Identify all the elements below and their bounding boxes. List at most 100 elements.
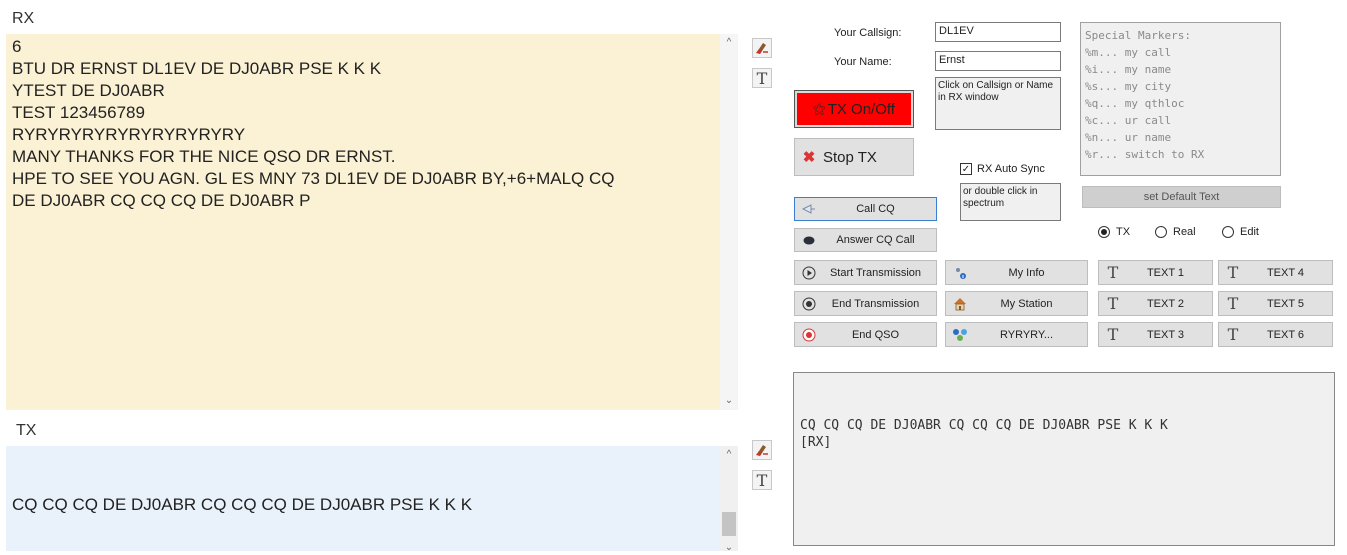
set-default-text-label: set Default Text (1143, 191, 1220, 203)
text5-label: TEXT 5 (1266, 297, 1305, 310)
text6-button[interactable]: T TEXT 6 (1218, 322, 1333, 347)
scroll-thumb[interactable] (722, 512, 736, 536)
my-info-button[interactable]: My Info (945, 260, 1088, 285)
set-default-text-button[interactable]: set Default Text (1082, 186, 1281, 208)
eraser-icon (756, 445, 768, 456)
mouse-icon (801, 232, 817, 248)
mode-radio-real[interactable]: Real (1155, 226, 1196, 238)
rx-line: TEST 123456789 (12, 103, 145, 122)
font-icon: T (1227, 294, 1239, 313)
answer-cq-button[interactable]: Answer CQ Call (794, 228, 937, 252)
tx-font-button[interactable]: T (752, 470, 772, 490)
font-icon: T (1107, 263, 1119, 282)
stop-circle-icon (801, 296, 817, 312)
rx-text-area[interactable]: 6 BTU DR ERNST DL1EV DE DJ0ABR PSE K K K… (6, 34, 720, 410)
radio-icon (1155, 226, 1167, 238)
callsign-label: Your Callsign: (834, 27, 902, 39)
broadcast-icon (801, 201, 817, 217)
mode-label: TX (1116, 226, 1131, 238)
rx-line: YTEST DE DJ0ABR (12, 81, 165, 100)
scroll-down-icon[interactable]: ⌄ (720, 394, 738, 408)
radio-icon (1222, 226, 1234, 238)
network-icon (952, 327, 968, 343)
tx-scrollbar[interactable]: ^ ⌄ (720, 446, 738, 553)
rx-auto-sync-label: RX Auto Sync (977, 163, 1045, 175)
start-transmission-button[interactable]: Start Transmission (794, 260, 937, 285)
text1-button[interactable]: T TEXT 1 (1098, 260, 1213, 285)
tx-text-area[interactable]: CQ CQ CQ DE DJ0ABR CQ CQ CQ DE DJ0ABR PS… (6, 446, 720, 551)
my-station-button[interactable]: My Station (945, 291, 1088, 316)
end-qso-button[interactable]: End QSO (794, 322, 937, 347)
my-station-label: My Station (1000, 297, 1053, 310)
tx-preview-box: CQ CQ CQ DE DJ0ABR CQ CQ CQ DE DJ0ABR PS… (793, 372, 1335, 546)
tx-onoff-button[interactable]: ⚝ TX On/Off (794, 90, 914, 128)
text2-label: TEXT 2 (1146, 297, 1185, 310)
mode-radio-edit[interactable]: Edit (1222, 226, 1259, 238)
rx-auto-sync-checkbox[interactable]: ✓ RX Auto Sync (960, 163, 1045, 175)
text2-button[interactable]: T TEXT 2 (1098, 291, 1213, 316)
rx-font-button[interactable]: T (752, 68, 772, 88)
font-icon: T (1227, 325, 1239, 344)
my-info-label: My Info (1008, 266, 1045, 279)
scroll-up-icon[interactable]: ^ (720, 36, 738, 50)
call-cq-button[interactable]: Call CQ (794, 197, 937, 221)
radio-dot (1101, 229, 1107, 235)
name-field[interactable]: Ernst (935, 51, 1061, 71)
eraser-icon (756, 43, 768, 54)
record-icon (801, 327, 817, 343)
stop-tx-button[interactable]: ✖ Stop TX (794, 138, 914, 176)
rx-line: DE DJ0ABR CQ CQ CQ DE DJ0ABR P (12, 191, 311, 210)
stop-tx-label: Stop TX (823, 148, 877, 166)
font-icon: T (1227, 263, 1239, 282)
name-label: Your Name: (834, 56, 892, 68)
mode-radio-tx[interactable]: TX (1098, 226, 1130, 238)
font-icon: T (756, 68, 768, 88)
special-markers-box: Special Markers: %m... my call %i... my … (1080, 22, 1281, 176)
clear-tx-button[interactable] (752, 440, 772, 460)
mode-label: Edit (1240, 226, 1259, 238)
user-info-icon (952, 265, 968, 281)
text3-button[interactable]: T TEXT 3 (1098, 322, 1213, 347)
end-transmission-label: End Transmission (831, 297, 920, 310)
text4-button[interactable]: T TEXT 4 (1218, 260, 1333, 285)
rx-line: MANY THANKS FOR THE NICE QSO DR ERNST. (12, 147, 396, 166)
text3-label: TEXT 3 (1146, 328, 1185, 341)
callsign-field[interactable]: DL1EV (935, 22, 1061, 42)
radio-icon (1098, 226, 1110, 238)
text6-label: TEXT 6 (1266, 328, 1305, 341)
click-hint-box: Click on Callsign or Name in RX window (935, 77, 1061, 130)
tx-onoff-label: TX On/Off (827, 100, 895, 118)
clear-rx-button[interactable] (752, 38, 772, 58)
double-click-hint-box: or double click in spectrum (960, 183, 1061, 221)
rx-line: RYRYRYRYRYRYRYRYRYRY (12, 125, 246, 144)
rx-line: BTU DR ERNST DL1EV DE DJ0ABR PSE K K K (12, 59, 382, 78)
tx-onoff-fill: ⚝ TX On/Off (797, 93, 911, 125)
rx-label: RX (12, 10, 35, 27)
scroll-down-icon[interactable]: ⌄ (720, 541, 738, 555)
font-icon: T (1107, 294, 1119, 313)
ryryry-label: RYRYRY... (1000, 328, 1053, 341)
checkbox-icon: ✓ (960, 163, 972, 175)
answer-cq-label: Answer CQ Call (836, 234, 915, 246)
font-icon: T (756, 470, 768, 490)
text4-label: TEXT 4 (1266, 266, 1305, 279)
end-qso-label: End QSO (851, 328, 900, 341)
home-icon (952, 296, 968, 312)
start-transmission-label: Start Transmission (829, 266, 922, 279)
ryryry-button[interactable]: RYRYRY... (945, 322, 1088, 347)
mode-label: Real (1173, 226, 1196, 238)
rx-line: HPE TO SEE YOU AGN. GL ES MNY 73 DL1EV D… (12, 169, 615, 188)
text1-label: TEXT 1 (1146, 266, 1185, 279)
tx-label: TX (16, 422, 37, 439)
end-transmission-button[interactable]: End Transmission (794, 291, 937, 316)
play-icon (801, 265, 817, 281)
rx-scrollbar[interactable]: ^ ⌄ (720, 34, 738, 410)
font-icon: T (1107, 325, 1119, 344)
cursor-icon: ⚝ (813, 101, 826, 116)
scroll-up-icon[interactable]: ^ (720, 448, 738, 462)
close-icon: ✖ (802, 149, 816, 166)
tx-text: CQ CQ CQ DE DJ0ABR CQ CQ CQ DE DJ0ABR PS… (12, 495, 473, 514)
rx-line: 6 (12, 37, 22, 56)
text5-button[interactable]: T TEXT 5 (1218, 291, 1333, 316)
call-cq-label: Call CQ (856, 203, 895, 215)
